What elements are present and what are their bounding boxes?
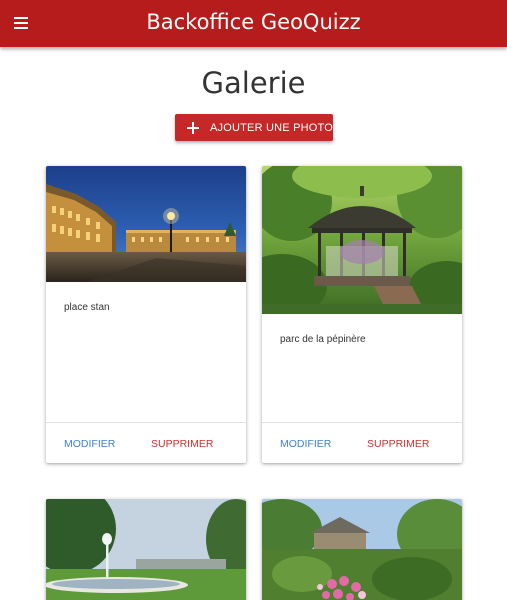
photo-image <box>46 166 246 282</box>
page-title: Galerie <box>201 66 306 100</box>
delete-button[interactable]: SUPPRIMER <box>151 438 213 450</box>
photo-card <box>46 499 246 600</box>
add-photo-label: AJOUTER UNE PHOTO <box>210 121 333 134</box>
photo-image <box>46 499 246 600</box>
photo-image <box>262 499 462 600</box>
card-divider <box>46 422 246 423</box>
photo-caption: parc de la pépinère <box>280 334 366 345</box>
photo-card: place stan MODIFIER SUPPRIMER <box>46 166 246 463</box>
photo-image <box>262 166 462 314</box>
add-photo-button[interactable]: AJOUTER UNE PHOTO <box>175 114 333 141</box>
photo-caption: place stan <box>64 302 110 313</box>
photo-card: parc de la pépinère MODIFIER SUPPRIMER <box>262 166 462 463</box>
card-divider <box>262 422 462 423</box>
modify-button[interactable]: MODIFIER <box>64 438 115 450</box>
plus-icon <box>187 121 199 134</box>
app-title: Backoffice GeoQuizz <box>146 10 361 34</box>
delete-button[interactable]: SUPPRIMER <box>367 438 429 450</box>
app-bar: Backoffice GeoQuizz <box>0 0 507 47</box>
modify-button[interactable]: MODIFIER <box>280 438 331 450</box>
photo-card <box>262 499 462 600</box>
